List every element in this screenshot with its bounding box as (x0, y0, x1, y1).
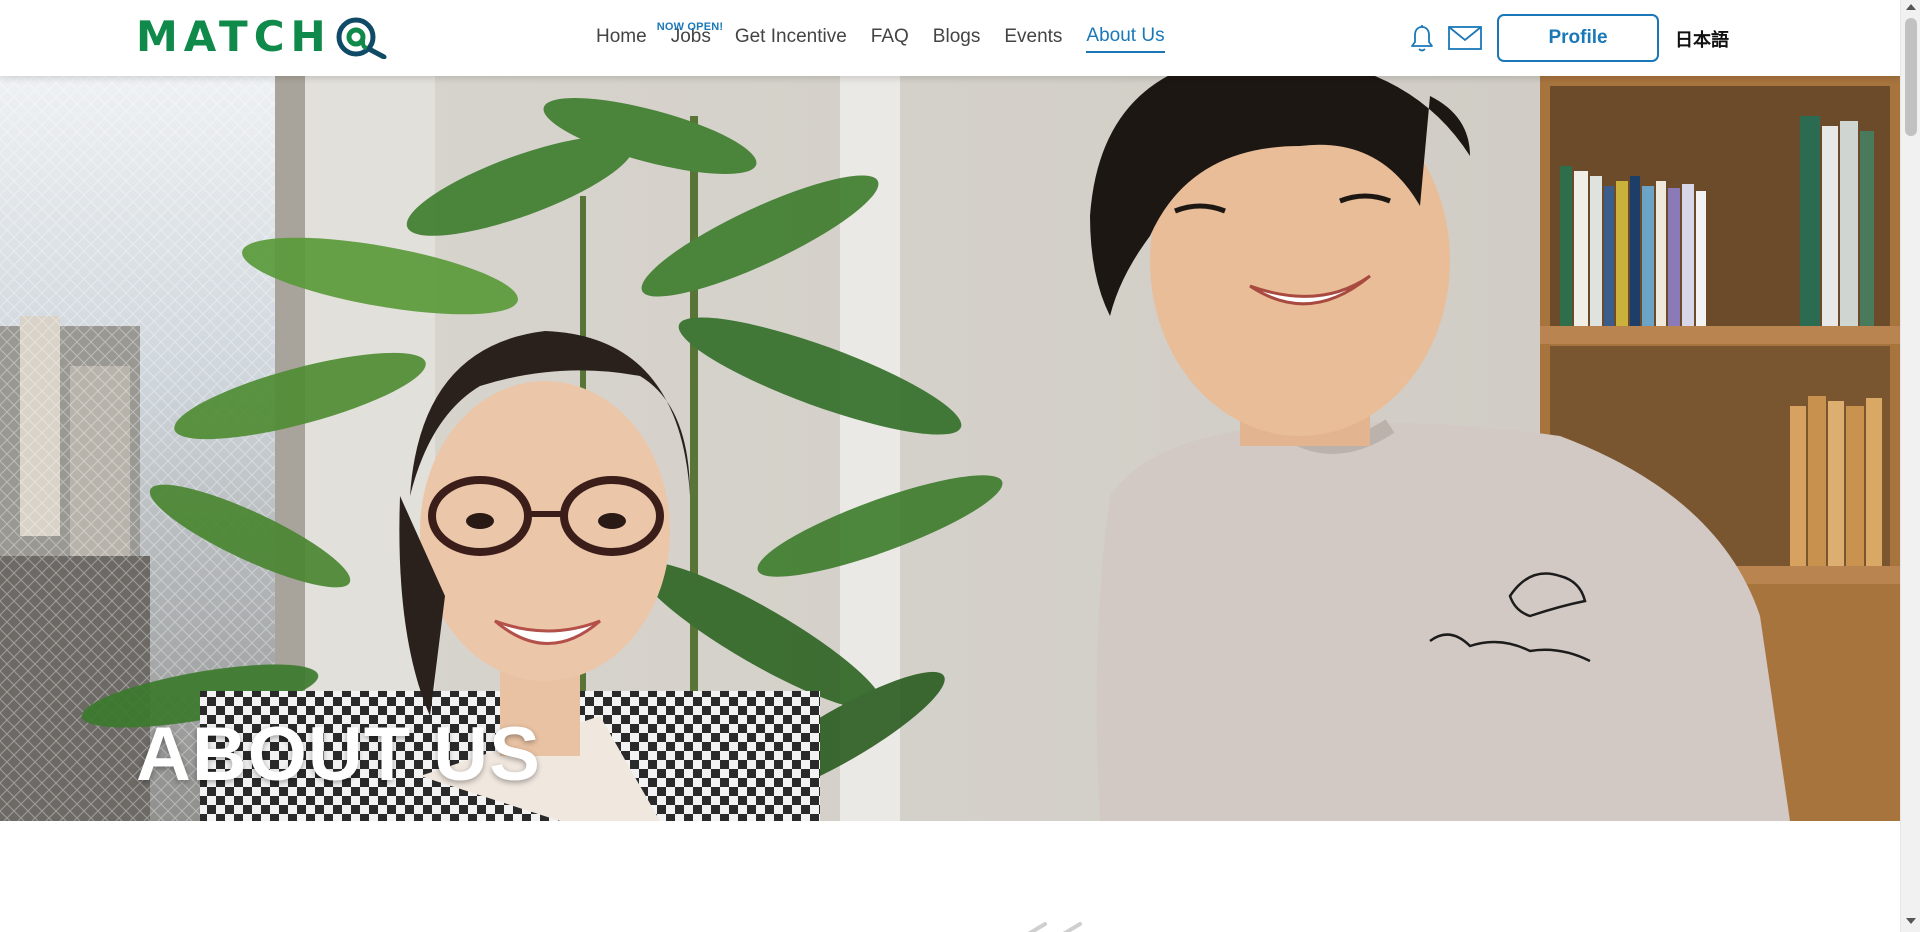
profile-button[interactable]: Profile (1497, 14, 1659, 62)
scroll-down-arrow-icon[interactable] (1906, 918, 1916, 924)
logo-at-magnifier-icon (336, 17, 387, 59)
nav-jobs[interactable]: NOW OPEN! Jobs (657, 21, 723, 52)
nav-events[interactable]: Events (1004, 25, 1062, 52)
nav-home[interactable]: Home (596, 25, 647, 52)
nav-faq-label: FAQ (870, 26, 909, 47)
bell-icon[interactable] (1410, 24, 1434, 54)
scroll-up-arrow-icon[interactable] (1906, 4, 1916, 10)
scrollbar-thumb[interactable] (1905, 18, 1917, 136)
logo[interactable]: MATCH (136, 14, 388, 60)
nav-about-us[interactable]: About Us (1086, 24, 1165, 53)
site-header: MATCH Home NOW OPEN! Jobs Get Incentive … (0, 0, 1900, 76)
page: MATCH Home NOW OPEN! Jobs Get Incentive … (0, 0, 1900, 932)
nav-blogs-label: Blogs (932, 26, 981, 47)
nav-get-incentive[interactable]: Get Incentive (735, 25, 847, 52)
language-switch-japanese[interactable]: 日本語 (1675, 26, 1729, 52)
nav-events-label: Events (1004, 26, 1063, 47)
nav-blogs[interactable]: Blogs (933, 25, 981, 52)
mail-icon[interactable] (1448, 26, 1482, 50)
decorative-slashes-icon (1027, 922, 1082, 932)
nav-faq[interactable]: FAQ (871, 25, 909, 52)
hero-photo-two-people-smiling (0, 76, 1900, 821)
logo-wordmark: MATCH (136, 12, 332, 61)
nav-home-label: Home (596, 26, 647, 47)
hero-title: ABOUT US (136, 712, 541, 797)
nav-get-incentive-label: Get Incentive (734, 26, 847, 47)
nav-about-us-label: About Us (1086, 25, 1165, 46)
vertical-scrollbar[interactable] (1900, 0, 1920, 932)
hero-banner: ABOUT US (0, 76, 1900, 821)
main-nav: Home NOW OPEN! Jobs Get Incentive FAQ Bl… (596, 21, 1189, 53)
jobs-now-open-badge: NOW OPEN! (656, 21, 724, 33)
